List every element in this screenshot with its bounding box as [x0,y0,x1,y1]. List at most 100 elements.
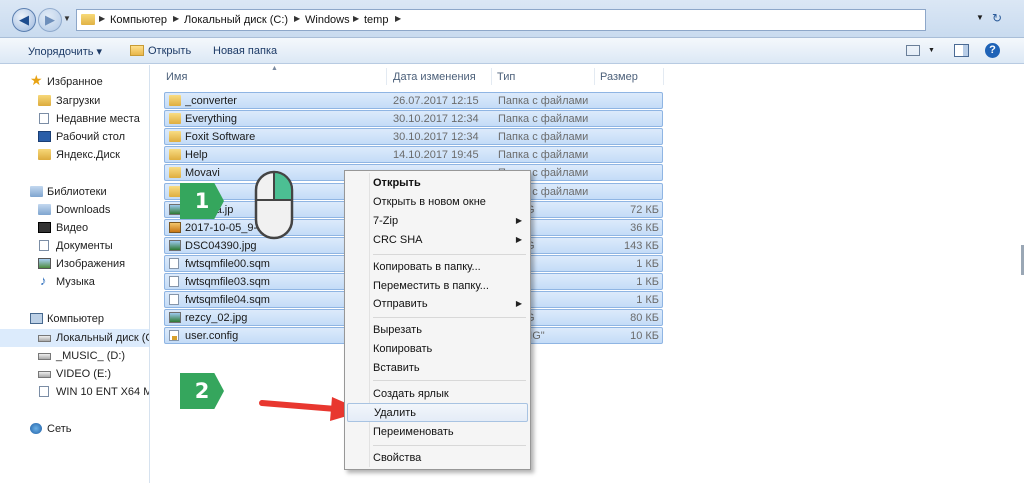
preview-pane-icon[interactable] [954,44,969,57]
help-icon[interactable]: ? [985,43,1000,58]
submenu-arrow-icon: ▶ [515,235,522,244]
chevron-right-icon[interactable]: ▶ [353,14,359,23]
menu-delete[interactable]: Удалить [347,403,528,422]
nav-downloads[interactable]: Загрузки [0,92,149,110]
menu-send-to[interactable]: Отправить ▶ [347,295,528,314]
menu-copy[interactable]: Копировать [347,340,528,359]
file-icon [169,294,179,306]
menu-crc-sha[interactable]: CRC SHA ▶ [347,231,528,250]
column-divider[interactable] [663,68,664,85]
navigation-pane: ★ Избранное Загрузки Недавние места Рабо… [0,65,150,483]
nav-video-drive-label: VIDEO (E:) [56,368,112,380]
views-icon[interactable] [906,45,920,56]
column-divider[interactable] [594,68,595,85]
forward-button[interactable]: ▶ [38,8,62,32]
chevron-right-icon[interactable]: ▶ [99,14,105,23]
menu-paste-label: Вставить [373,362,420,374]
column-name[interactable]: Имя [166,71,187,83]
file-type: Папка с файлами [498,113,589,126]
organize-button[interactable]: Упорядочить ▾ [28,45,102,58]
nav-network[interactable]: Сеть [0,420,149,438]
breadcrumb-computer[interactable]: Компьютер [110,14,167,26]
nav-win-drive-label: WIN 10 ENT X64 ML [56,386,150,398]
file-row[interactable]: Everything 30.10.2017 12:34 Папка с файлам… [164,110,663,128]
folder-icon [81,14,95,25]
menu-create-shortcut[interactable]: Создать ярлык [347,385,528,404]
chevron-right-icon[interactable]: ▶ [395,14,401,23]
breadcrumb-local-disk[interactable]: Локальный диск (C:) [184,14,288,26]
file-row[interactable]: Help 14.10.2017 19:45 Папка с файлами [164,146,663,164]
menu-rename-label: Переименовать [373,426,454,438]
file-size: 36 КБ [630,221,659,234]
menu-cut[interactable]: Вырезать [347,321,528,340]
open-button[interactable]: Открыть [148,45,191,57]
nav-video-drive[interactable]: VIDEO (E:) [0,365,149,383]
menu-copy-to-folder[interactable]: Копировать в папку... [347,258,528,277]
menu-crc-label: CRC SHA [373,234,423,246]
file-row[interactable]: Foxit Software 30.10.2017 12:34 Папка с фа… [164,128,663,146]
file-size: 10 КБ [630,330,659,343]
folder-icon [169,185,181,197]
nav-favorites[interactable]: ★ Избранное [0,72,149,91]
nav-documents[interactable]: Документы [0,237,149,255]
open-icon [130,45,144,56]
breadcrumb-temp[interactable]: temp [364,14,388,26]
new-folder-button[interactable]: Новая папка [213,45,277,57]
music-note-icon: ♪ [40,273,47,288]
file-date: 26.07.2017 12:15 [393,95,479,107]
file-row[interactable]: _converter 26.07.2017 12:15 Папка с файлам… [164,92,663,109]
menu-rename[interactable]: Переименовать [347,423,528,442]
submenu-arrow-icon: ▶ [515,216,522,225]
file-type: Папка с файлами [498,95,589,107]
file-size: 80 КБ [630,312,659,325]
menu-7zip-label: 7-Zip [373,215,399,227]
nav-music[interactable]: ♪ Музыка [0,273,149,291]
column-divider[interactable] [491,68,492,85]
column-date[interactable]: Дата изменения [393,71,476,83]
network-icon [30,423,42,434]
video-library-icon [38,222,51,233]
history-dropdown-icon[interactable]: ▼ [63,14,71,23]
menu-7zip[interactable]: 7-Zip ▶ [347,212,528,231]
yandex-disk-icon [38,149,51,160]
breadcrumb[interactable]: ▶ Компьютер ▶ Локальный диск (C:) ▶ Wind… [76,9,926,31]
back-button[interactable]: ◀ [12,8,36,32]
nav-images[interactable]: Изображения [0,255,149,273]
menu-properties-label: Свойства [373,452,422,464]
address-dropdown-icon[interactable]: ▼ [976,13,984,22]
nav-recent[interactable]: Недавние места [0,110,149,128]
column-divider[interactable] [386,68,387,85]
column-type[interactable]: Тип [497,71,515,83]
chevron-right-icon[interactable]: ▶ [294,14,300,23]
menu-move-to-folder[interactable]: Переместить в папку... [347,277,528,296]
nav-win-drive[interactable]: WIN 10 ENT X64 ML [0,383,150,401]
menu-open-new-window[interactable]: Открыть в новом окне [347,193,528,212]
nav-desktop[interactable]: Рабочий стол [0,128,149,146]
breadcrumb-windows[interactable]: Windows [305,14,350,26]
nav-local-disk-c[interactable]: Локальный диск (C [0,329,149,347]
dvd-drive-icon [39,386,49,397]
column-size[interactable]: Размер [600,71,638,83]
nav-music-drive[interactable]: _MUSIC_ (D:) [0,347,149,365]
menu-open[interactable]: Открыть [347,174,528,193]
downloads-library-icon [38,204,51,215]
refresh-icon[interactable]: ↻ [992,11,1002,25]
command-bar: Упорядочить ▾ Открыть Новая папка [0,38,1024,64]
nav-lib-downloads[interactable]: Downloads [0,201,149,219]
nav-libraries[interactable]: Библиотеки [0,183,149,201]
menu-properties[interactable]: Свойства [347,449,528,468]
chevron-right-icon[interactable]: ▶ [173,14,179,23]
recent-places-icon [39,113,49,124]
nav-downloads-label: Загрузки [56,95,101,107]
views-dropdown-icon[interactable]: ▼ [928,47,935,54]
drive-c-icon [38,335,51,342]
nav-yandex-disk[interactable]: Яндекс.Диск [0,146,149,164]
nav-lib-downloads-label: Downloads [56,204,111,216]
nav-computer[interactable]: Компьютер [0,310,149,328]
nav-network-label: Сеть [47,423,72,435]
file-name: Everything [185,113,237,126]
menu-paste[interactable]: Вставить [347,359,528,378]
nav-video[interactable]: Видео [0,219,149,237]
png-image-icon [169,221,181,233]
folder-icon [169,113,181,125]
